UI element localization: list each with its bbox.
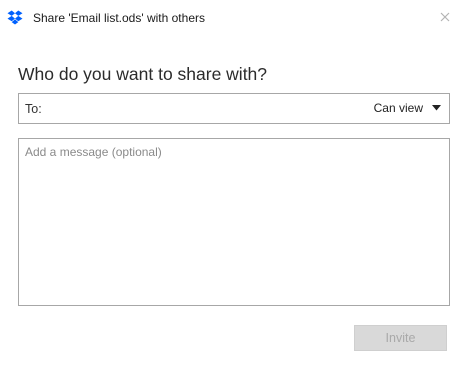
page-heading: Who do you want to share with? — [18, 64, 268, 84]
message-field-container — [18, 138, 450, 306]
dialog-title: Share 'Email list.ods' with others — [33, 11, 205, 25]
permission-dropdown[interactable]: Can view — [374, 97, 441, 119]
recipient-input[interactable] — [49, 98, 369, 118]
close-icon[interactable] — [436, 8, 454, 26]
chevron-down-icon — [432, 105, 441, 111]
dialog-titlebar: Share 'Email list.ods' with others — [0, 0, 466, 36]
message-textarea[interactable] — [25, 145, 441, 297]
dropbox-icon — [7, 10, 23, 25]
permission-selected-value: Can view — [373, 101, 423, 115]
to-label: To: — [25, 102, 42, 116]
recipient-field-container: To: Can view — [18, 93, 450, 124]
invite-button[interactable]: Invite — [354, 325, 447, 351]
